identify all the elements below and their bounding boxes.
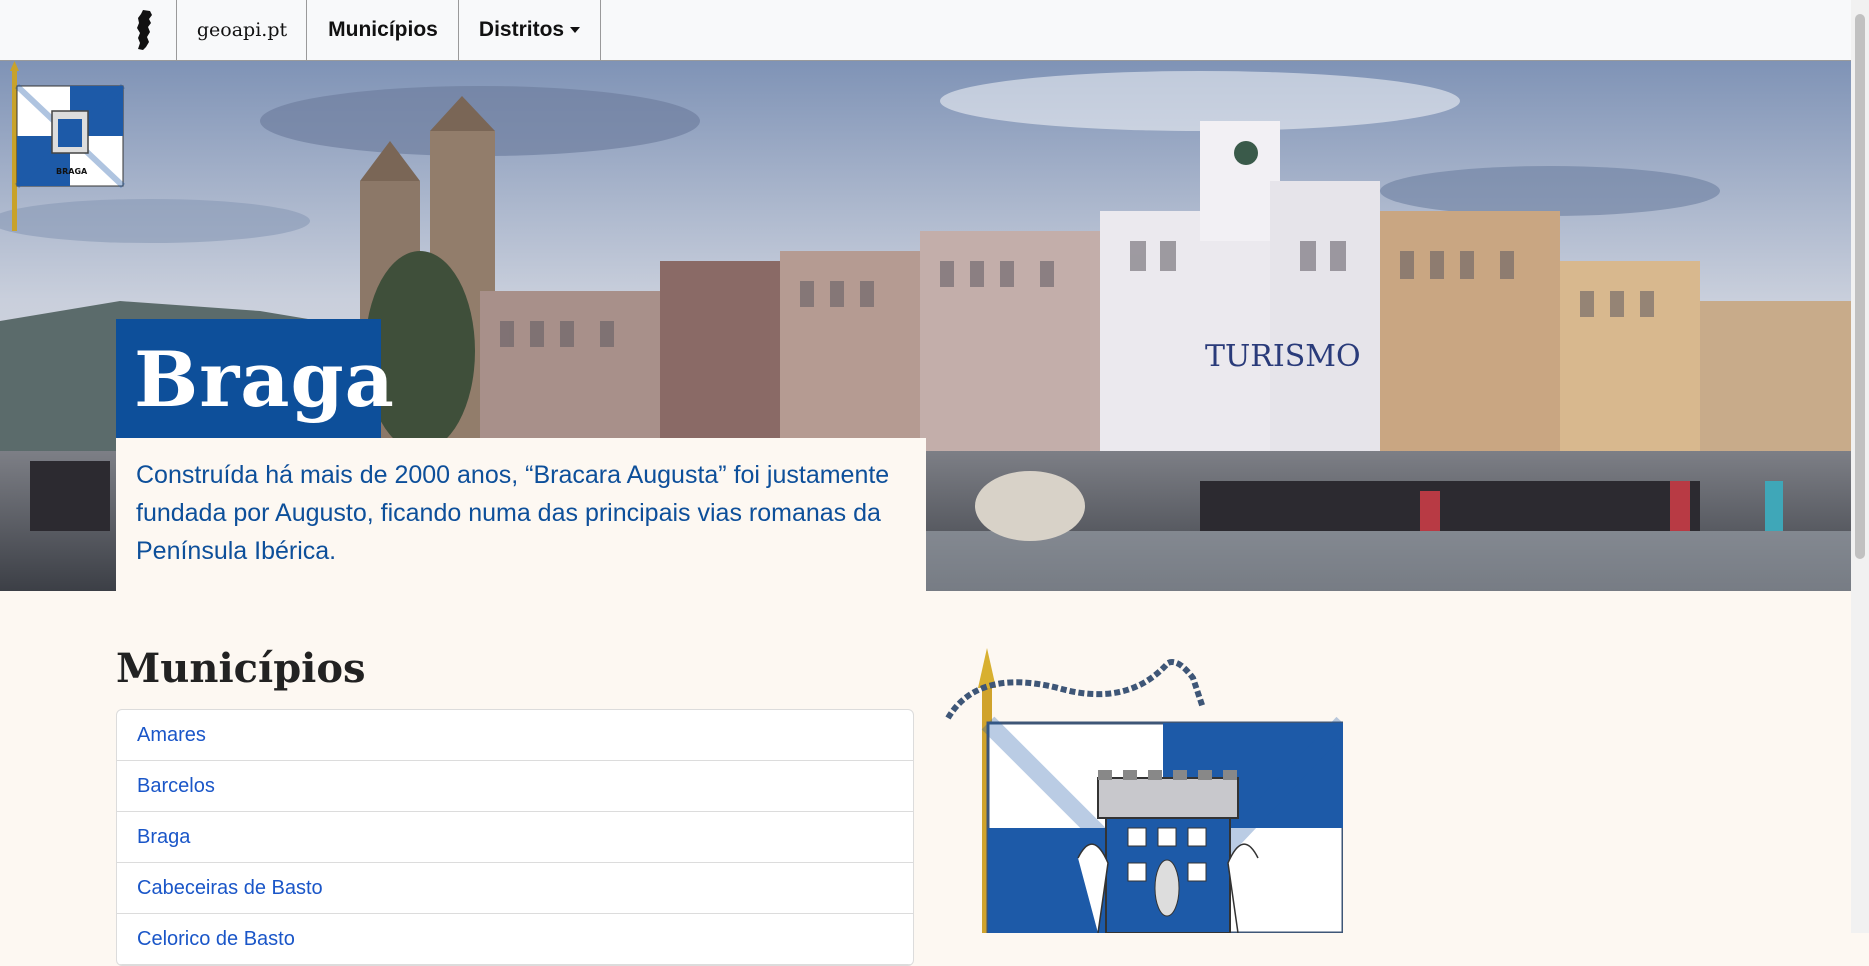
scrollbar[interactable] (1851, 0, 1869, 933)
list-item[interactable]: Cabeceiras de Basto (117, 863, 913, 914)
list-item[interactable]: Celorico de Basto (117, 914, 913, 965)
municipios-list: Amares Barcelos Braga Cabeceiras de Bast… (116, 709, 914, 966)
brand-link[interactable]: geoapi.pt (176, 0, 307, 60)
turismo-sign: TURISMO (1205, 339, 1361, 374)
scrollbar-thumb[interactable] (1855, 14, 1865, 559)
nav-distritos-dropdown[interactable]: Distritos (458, 0, 601, 60)
nav-municipios-label: Municípios (328, 18, 438, 41)
list-item[interactable]: Amares (117, 710, 913, 761)
list-item[interactable]: Barcelos (117, 761, 913, 812)
page-title-text: Braga (134, 334, 395, 424)
municipios-heading: Municípios (116, 645, 366, 692)
nav-municipios-link[interactable]: Municípios (306, 0, 459, 60)
braga-flag-large-icon (945, 648, 1343, 933)
caret-down-icon (570, 27, 581, 33)
brand-label: geoapi.pt (196, 19, 288, 41)
nav-distritos-label: Distritos (478, 18, 565, 41)
portugal-map-icon[interactable] (115, 0, 177, 60)
hero-banner: TURISMO BRAGA Braga Construída há mais d… (0, 61, 1851, 591)
braga-flag-icon: BRAGA (10, 61, 126, 231)
navbar: geoapi.pt Municípios Distritos (0, 0, 1851, 61)
flag-label: BRAGA (56, 167, 88, 176)
page-title: Braga (116, 319, 394, 439)
city-description: Construída há mais de 2000 anos, “Bracar… (116, 438, 926, 591)
list-item[interactable]: Braga (117, 812, 913, 863)
